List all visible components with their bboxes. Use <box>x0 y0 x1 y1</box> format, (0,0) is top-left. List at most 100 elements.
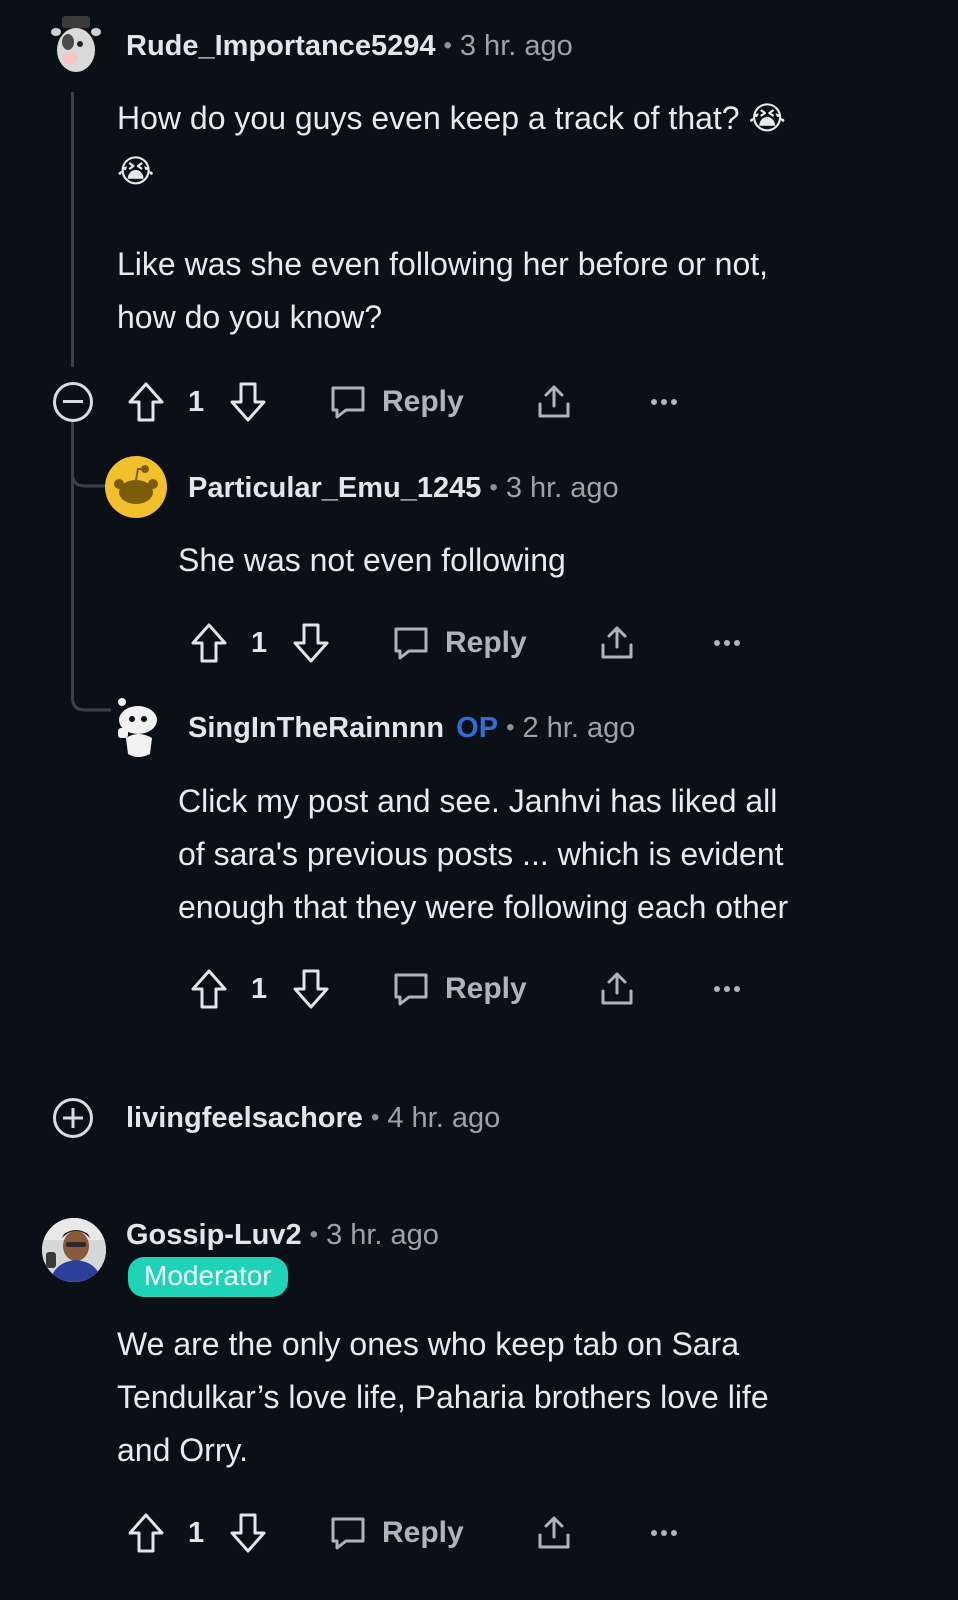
body-line <box>117 198 917 238</box>
separator-dot: • <box>489 474 498 501</box>
comment-actions: 1 Reply <box>126 1508 826 1558</box>
body-line: and Orry. <box>117 1432 248 1468</box>
comment-header: Rude_Importance5294 • 3 hr. ago <box>126 26 573 66</box>
snoo-cow-avatar-icon <box>51 16 101 72</box>
upvote-button[interactable] <box>189 618 229 668</box>
comment-header: Gossip-Luv2 • 3 hr. ago <box>126 1215 439 1255</box>
share-button[interactable] <box>597 618 637 668</box>
username[interactable]: Particular_Emu_1245 <box>188 472 481 505</box>
comment-bubble-icon <box>331 1517 365 1550</box>
collapsed-comment-header[interactable]: livingfeelsachore • 4 hr. ago <box>126 1098 500 1138</box>
comment-bubble-icon <box>394 973 428 1006</box>
body-line: She was not even following <box>178 542 566 578</box>
vote-count: 1 <box>188 385 205 418</box>
reply-label: Reply <box>445 972 527 1005</box>
upvote-button[interactable] <box>189 964 229 1014</box>
share-icon <box>538 385 570 418</box>
username[interactable]: Gossip-Luv2 <box>126 1219 302 1252</box>
downvote-arrow-icon <box>230 382 266 422</box>
separator-dot: • <box>370 1104 380 1131</box>
upvote-arrow-icon <box>191 969 227 1009</box>
body-line: Like was she even following her before o… <box>117 246 769 282</box>
body-line: How do you guys even keep a track of tha… <box>117 100 786 136</box>
username[interactable]: SingInTheRainnnn <box>188 712 444 745</box>
separator-dot: • <box>443 32 452 59</box>
downvote-button[interactable] <box>291 618 331 668</box>
share-button[interactable] <box>597 964 637 1014</box>
upvote-arrow-icon <box>128 382 164 422</box>
upvote-arrow-icon <box>128 1513 164 1553</box>
share-button[interactable] <box>534 1508 574 1558</box>
more-options-button[interactable] <box>713 618 741 668</box>
downvote-button[interactable] <box>228 1508 268 1558</box>
body-line: 😭 <box>117 153 155 189</box>
comment-actions: 1 Reply <box>126 377 826 427</box>
comment-body: Click my post and see. Janhvi has liked … <box>178 775 948 934</box>
share-icon <box>601 972 633 1005</box>
more-dots-icon <box>714 640 740 646</box>
downvote-button[interactable] <box>228 377 268 427</box>
comment-header: SingInTheRainnnn OP • 2 hr. ago <box>188 708 635 748</box>
timestamp: 3 hr. ago <box>459 29 573 62</box>
more-dots-icon <box>651 1530 677 1536</box>
more-options-button[interactable] <box>713 964 741 1014</box>
upvote-arrow-icon <box>191 623 227 663</box>
collapse-button[interactable] <box>53 382 93 422</box>
timestamp: 3 hr. ago <box>326 1218 439 1251</box>
vote-count: 1 <box>188 1516 205 1549</box>
username[interactable]: livingfeelsachore <box>126 1102 363 1135</box>
username[interactable]: Rude_Importance5294 <box>126 30 435 63</box>
upvote-button[interactable] <box>126 377 166 427</box>
comment-body: We are the only ones who keep tab on Sar… <box>117 1318 937 1477</box>
downvote-button[interactable] <box>291 964 331 1014</box>
comment-body: How do you guys even keep a track of tha… <box>117 92 917 344</box>
thread-line-main <box>71 92 74 367</box>
body-line: Tendulkar’s love life, Paharia brothers … <box>117 1379 769 1415</box>
op-badge: OP <box>456 711 499 744</box>
more-dots-icon <box>651 399 677 405</box>
timestamp: 3 hr. ago <box>505 471 619 504</box>
more-options-button[interactable] <box>650 377 678 427</box>
body-line: of sara's previous posts ... which is ev… <box>178 836 784 872</box>
moderator-flair: Moderator <box>128 1257 288 1297</box>
reply-button[interactable]: Reply <box>391 618 527 668</box>
minus-icon <box>63 400 83 403</box>
reply-button[interactable]: Reply <box>328 1508 464 1558</box>
separator-dot: • <box>309 1221 319 1248</box>
plus-icon <box>63 1108 83 1128</box>
body-line: how do you know? <box>117 299 383 335</box>
comment-body: She was not even following <box>178 534 918 587</box>
vote-count: 1 <box>251 626 268 659</box>
avatar[interactable] <box>112 694 162 760</box>
photo-avatar-icon <box>42 1218 106 1282</box>
share-icon <box>601 626 633 659</box>
vote-count: 1 <box>251 972 268 1005</box>
comment-actions: 1 Reply <box>189 618 889 668</box>
body-line: Click my post and see. Janhvi has liked … <box>178 783 778 819</box>
downvote-arrow-icon <box>293 623 329 663</box>
share-button[interactable] <box>534 377 574 427</box>
timestamp: 2 hr. ago <box>522 711 636 744</box>
reply-label: Reply <box>382 1516 464 1549</box>
timestamp: 4 hr. ago <box>387 1101 501 1134</box>
reply-label: Reply <box>445 626 527 659</box>
comment-bubble-icon <box>394 627 428 660</box>
reply-button[interactable]: Reply <box>328 377 464 427</box>
reply-button[interactable]: Reply <box>391 964 527 1014</box>
more-dots-icon <box>714 986 740 992</box>
avatar[interactable] <box>42 1218 106 1282</box>
reply-label: Reply <box>382 385 464 418</box>
separator-dot: • <box>506 714 515 741</box>
comment-actions: 1 Reply <box>189 964 889 1014</box>
body-line: enough that they were following each oth… <box>178 889 789 925</box>
downvote-arrow-icon <box>293 969 329 1009</box>
avatar[interactable] <box>48 12 104 76</box>
default-snoo-yellow-avatar-icon <box>105 456 167 518</box>
more-options-button[interactable] <box>650 1508 678 1558</box>
avatar[interactable] <box>105 456 167 518</box>
expand-button[interactable] <box>53 1098 93 1138</box>
comment-bubble-icon <box>331 386 365 419</box>
upvote-button[interactable] <box>126 1508 166 1558</box>
snoo-white-avatar-icon <box>118 698 157 757</box>
comment-header: Particular_Emu_1245 • 3 hr. ago <box>188 468 619 508</box>
